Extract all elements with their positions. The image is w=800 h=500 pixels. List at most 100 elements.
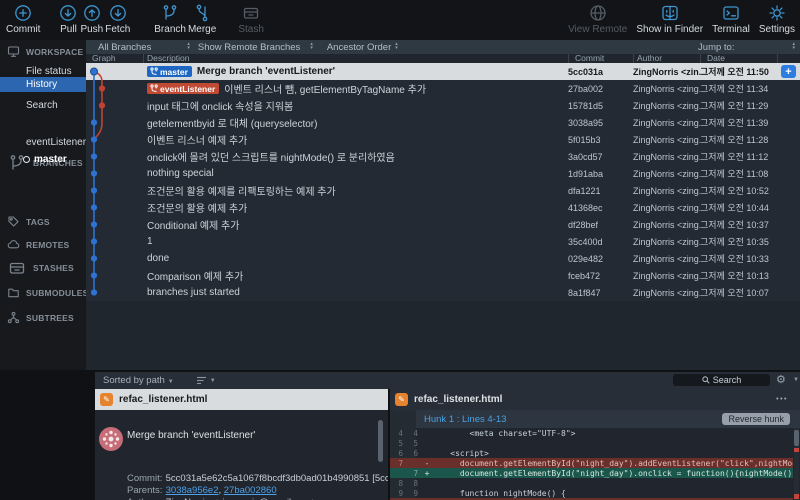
branch-badge-eventListener[interactable]: eventListener bbox=[147, 83, 220, 94]
new-line-number: 9 bbox=[413, 488, 418, 498]
commit-row[interactable]: onclick에 몰려 있던 스크립트를 nightMode() 로 분리하였음… bbox=[86, 148, 800, 165]
sidebar-item-label: History bbox=[26, 79, 58, 90]
commit-date: 그저께 오전 10:37 bbox=[700, 220, 769, 230]
commit-author: ZingNorris <zing... bbox=[633, 151, 700, 162]
diff-scrollbar-thumb[interactable] bbox=[794, 430, 799, 446]
toolbar-button-label: Commit bbox=[6, 24, 41, 35]
commit-author: ZingNorris <zing... bbox=[633, 287, 700, 298]
merge-button[interactable]: Merge bbox=[188, 3, 216, 35]
commit-message-cell: 조건문의 활용 예제 추가 bbox=[143, 200, 568, 215]
sidebar-section-subtrees[interactable]: SUBTREES bbox=[0, 310, 86, 325]
diff-settings-gear-icon[interactable]: ⚙ bbox=[776, 372, 786, 389]
sidebar-section-tags[interactable]: TAGS bbox=[0, 214, 86, 229]
commit-row[interactable]: done 029e482 ZingNorris <zing... 그저께 오전 10:… bbox=[86, 250, 800, 267]
commit-row[interactable]: input 태그에 onclick 속성을 지워봄 15781d5 ZingNorr… bbox=[86, 97, 800, 114]
sidebar-section-submodules[interactable]: SUBMODULES bbox=[0, 285, 86, 300]
commit-row[interactable]: eventListener 이벤트 리스너 뺌, getElementByTagN… bbox=[86, 80, 800, 97]
filter-dropdown-all-branches[interactable]: All Branches ▴ ▾ bbox=[98, 42, 190, 53]
diff-line: 66 <script> bbox=[390, 448, 793, 458]
column-separator[interactable] bbox=[633, 54, 634, 63]
pull-button[interactable]: Pull bbox=[58, 3, 78, 35]
toolbar-button-label: View Remote bbox=[568, 24, 628, 35]
globe-icon bbox=[588, 3, 608, 23]
sort-by-label: Sorted by path bbox=[103, 375, 165, 386]
commit-message-cell: getelementbyid 로 대체 (queryselector) bbox=[143, 115, 568, 130]
sort-by-dropdown[interactable]: Sorted by path ▼ bbox=[103, 375, 174, 386]
commit-hash: 1d91aba bbox=[568, 168, 604, 179]
diff-line: 55 bbox=[390, 438, 793, 448]
plus-circle-icon bbox=[13, 3, 33, 23]
commit-row[interactable]: 1 35c400d ZingNorris <zing... 그저께 오전 10:35 bbox=[86, 233, 800, 250]
show-in-finder-button[interactable]: Show in Finder bbox=[636, 3, 703, 35]
column-separator[interactable] bbox=[700, 54, 701, 63]
sidebar-section-label: SUBTREES bbox=[26, 312, 74, 323]
new-line-number: 4 bbox=[413, 428, 418, 438]
commit-button[interactable]: Commit bbox=[6, 3, 40, 35]
diff-scrollbar-del-marker bbox=[794, 448, 799, 452]
jump-to-control[interactable]: Jump to: ▴ ▾ bbox=[698, 42, 800, 53]
commit-message: nothing special bbox=[147, 168, 214, 179]
commit-hash: 5cc031a bbox=[568, 66, 604, 77]
commit-row[interactable]: 조건문의 활용 예제 추가 41368ec ZingNorris <zing... 그… bbox=[86, 199, 800, 216]
commit-row[interactable]: Comparison 예제 추가 fceb472 ZingNorris <zing.… bbox=[86, 267, 800, 284]
jump-to-label: Jump to: bbox=[698, 41, 735, 53]
search-input[interactable]: Search bbox=[673, 374, 770, 386]
column-header-author[interactable]: Author bbox=[637, 53, 662, 63]
commit-row[interactable]: 조건문의 활용 예제를 리팩토링하는 예제 추가 dfa1221 ZingNorri… bbox=[86, 182, 800, 199]
sidebar-section-label: STASHES bbox=[33, 262, 74, 273]
filter-dropdown-show-remote-branches[interactable]: Show Remote Branches ▴ ▾ bbox=[198, 42, 313, 53]
commit-message-cell: master Merge branch 'eventListener' bbox=[143, 66, 568, 77]
sidebar-section-remotes[interactable]: REMOTES bbox=[0, 237, 86, 252]
row-actions-cell: + bbox=[777, 65, 800, 78]
commit-hash-value: 5cc031a5e62c5a1067f8bcdf3db0ad01b4990851… bbox=[165, 473, 388, 484]
diff-line: 99 function nightMode() { bbox=[390, 488, 793, 498]
parents-line: Parents: 3038a956e2, 27ba002860 bbox=[127, 485, 277, 496]
parent-commit-link[interactable]: 27ba002860 bbox=[224, 485, 277, 496]
fetch-button[interactable]: Fetch bbox=[105, 3, 130, 35]
commit-message: 조건문의 활용 예제를 리팩토링하는 예제 추가 bbox=[147, 187, 336, 198]
branch-button[interactable]: Branch bbox=[154, 3, 186, 35]
settings-button[interactable]: Settings bbox=[759, 3, 795, 35]
sidebar-section-stashes[interactable]: STASHES bbox=[0, 260, 86, 275]
changed-file-row[interactable]: ✎ refac_listener.html bbox=[95, 389, 388, 410]
column-header-graph[interactable]: Graph bbox=[92, 53, 116, 63]
commit-hash: 3a0cd57 bbox=[568, 151, 603, 162]
commit-row[interactable]: nothing special 1d91aba ZingNorris <zing..… bbox=[86, 165, 800, 182]
view-options-dropdown[interactable]: ▼ bbox=[196, 376, 216, 385]
monitor-icon bbox=[7, 45, 20, 58]
push-button[interactable]: Push bbox=[80, 3, 103, 35]
add-tag-button[interactable]: + bbox=[781, 65, 796, 78]
commit-message: Comparison 예제 추가 bbox=[147, 272, 244, 283]
commit-row[interactable]: getelementbyid 로 대체 (queryselector) 3038a… bbox=[86, 114, 800, 131]
reverse-hunk-button[interactable]: Reverse hunk bbox=[722, 413, 790, 425]
column-separator[interactable] bbox=[568, 54, 569, 63]
sidebar-section-workspace[interactable]: WORKSPACE bbox=[0, 44, 86, 59]
terminal-button[interactable]: Terminal bbox=[712, 3, 750, 35]
column-header-description[interactable]: Description bbox=[147, 53, 190, 63]
modified-file-icon: ✎ bbox=[395, 393, 408, 406]
parent-commit-link[interactable]: 3038a956e2 bbox=[166, 485, 219, 496]
column-separator[interactable] bbox=[777, 54, 778, 63]
commit-row[interactable]: master Merge branch 'eventListener' 5cc031… bbox=[86, 63, 800, 80]
sidebar-section-label: REMOTES bbox=[26, 239, 70, 250]
commit-date: 그저께 오전 10:44 bbox=[700, 203, 769, 213]
new-line-number: 6 bbox=[413, 448, 418, 458]
filter-dropdown-ancestor-order[interactable]: Ancestor Order ▴ ▾ bbox=[327, 42, 398, 53]
column-header-date[interactable]: Date bbox=[707, 53, 725, 63]
details-scrollbar[interactable] bbox=[378, 420, 383, 462]
branch-badge-master[interactable]: master bbox=[147, 66, 192, 77]
commit-row[interactable]: branches just started 8a1f847 ZingNorris <… bbox=[86, 284, 800, 301]
dropdown-stepper-icon: ▴ ▾ bbox=[395, 41, 398, 51]
jump-to-stepper-icon[interactable]: ▴ ▾ bbox=[792, 42, 795, 50]
commit-row[interactable]: 이벤트 리스너 예제 추가 5f015b3 ZingNorris <zing... 그… bbox=[86, 131, 800, 148]
badge-label: master bbox=[160, 66, 188, 77]
column-separator[interactable] bbox=[143, 54, 144, 63]
commit-hash: dfa1221 bbox=[568, 185, 601, 196]
sidebar-item-label: eventListener bbox=[26, 137, 87, 148]
chevron-down-icon[interactable]: ▼ bbox=[793, 372, 799, 389]
more-options-icon[interactable]: ••• bbox=[776, 396, 788, 403]
commit-row[interactable]: Conditional 예제 추가 df28bef ZingNorris <zing… bbox=[86, 216, 800, 233]
list-icon bbox=[196, 376, 206, 385]
folder-icon bbox=[7, 286, 20, 299]
column-header-commit[interactable]: Commit bbox=[575, 53, 604, 63]
